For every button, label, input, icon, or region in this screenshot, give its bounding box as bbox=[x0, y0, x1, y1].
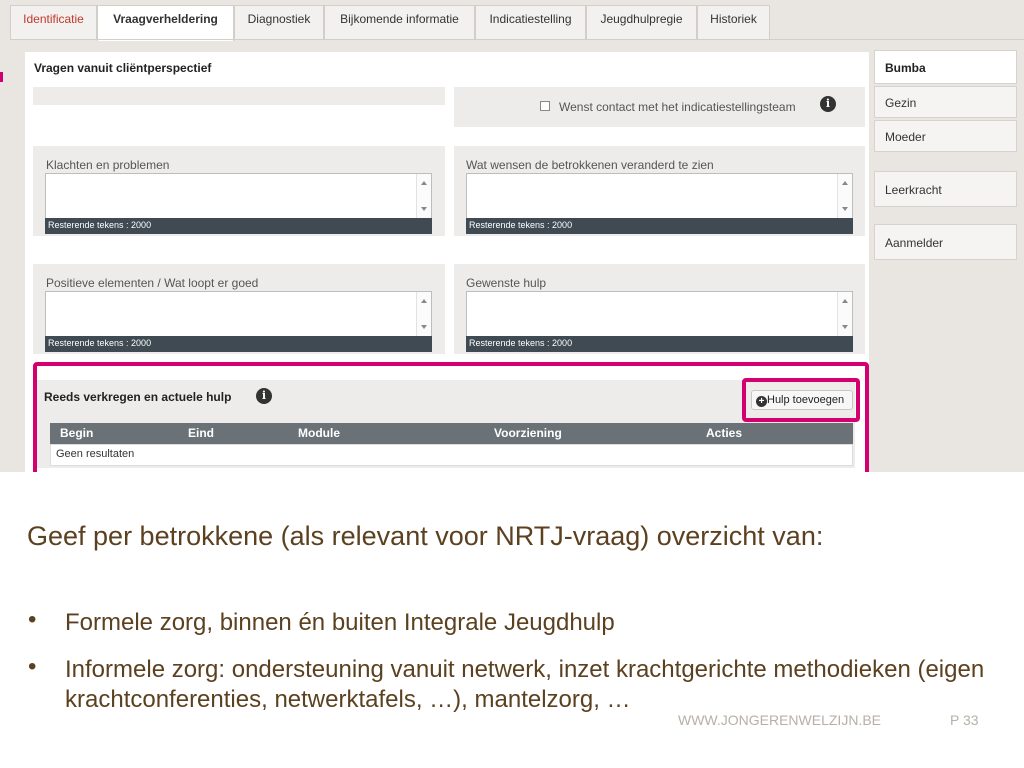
info-icon[interactable]: i bbox=[820, 96, 836, 112]
slide-paragraph: Geef per betrokkene (als relevant voor N… bbox=[27, 521, 824, 551]
field-box-wensen: Wat wensen de betrokkenen veranderd te z… bbox=[454, 146, 865, 236]
textarea-gewenste-hulp[interactable] bbox=[466, 291, 853, 337]
textarea-wensen[interactable] bbox=[466, 173, 853, 219]
tab-underline bbox=[10, 39, 1024, 40]
field-box-klachten: Klachten en problemen Resterende tekens … bbox=[33, 146, 445, 236]
textarea-klachten[interactable] bbox=[45, 173, 432, 219]
field-box-gewenste-hulp: Gewenste hulp Resterende tekens : 2000 bbox=[454, 264, 865, 354]
scroll-up-icon[interactable] bbox=[842, 299, 848, 303]
scroll-up-icon[interactable] bbox=[842, 181, 848, 185]
contact-checkbox-label: Wenst contact met het indicatiestellings… bbox=[559, 100, 796, 114]
bullet-marker: • bbox=[28, 653, 37, 680]
field-label-wensen: Wat wensen de betrokkenen veranderd te z… bbox=[466, 158, 714, 172]
tab-identificatie[interactable]: Identificatie bbox=[10, 5, 97, 39]
edge-marker bbox=[0, 72, 3, 82]
textarea-scrollbar[interactable] bbox=[837, 174, 852, 218]
char-counter: Resterende tekens : 2000 bbox=[45, 336, 432, 352]
scroll-down-icon[interactable] bbox=[842, 325, 848, 329]
side-tab-gezin[interactable]: Gezin bbox=[874, 86, 1017, 118]
scroll-down-icon[interactable] bbox=[421, 325, 427, 329]
field-label-positieve: Positieve elementen / Wat loopt er goed bbox=[46, 276, 259, 290]
side-tab-bumba[interactable]: Bumba bbox=[874, 50, 1017, 84]
textarea-positieve[interactable] bbox=[45, 291, 432, 337]
tab-historiek[interactable]: Historiek bbox=[697, 5, 770, 39]
contact-checkbox[interactable] bbox=[540, 101, 550, 111]
field-label-klachten: Klachten en problemen bbox=[46, 158, 170, 172]
side-tab-moeder[interactable]: Moeder bbox=[874, 120, 1017, 152]
application-screenshot: Identificatie Vraagverheldering Diagnost… bbox=[0, 0, 1024, 472]
scroll-down-icon[interactable] bbox=[842, 207, 848, 211]
footer-page-number: P 33 bbox=[950, 712, 979, 728]
char-counter: Resterende tekens : 2000 bbox=[45, 218, 432, 234]
textarea-scrollbar[interactable] bbox=[837, 292, 852, 336]
footer-website: WWW.JONGERENWELZIJN.BE bbox=[678, 712, 881, 728]
bullet-formele-zorg: Formele zorg, binnen én buiten Integrale… bbox=[65, 609, 615, 636]
bullet-informele-zorg: Informele zorg: ondersteuning vanuit net… bbox=[65, 656, 985, 713]
tab-bijkomende-informatie[interactable]: Bijkomende informatie bbox=[324, 5, 475, 39]
scroll-up-icon[interactable] bbox=[421, 299, 427, 303]
scroll-up-icon[interactable] bbox=[421, 181, 427, 185]
field-label-gewenste-hulp: Gewenste hulp bbox=[466, 276, 547, 290]
char-counter: Resterende tekens : 2000 bbox=[466, 336, 853, 352]
char-counter: Resterende tekens : 2000 bbox=[466, 218, 853, 234]
side-tab-aanmelder[interactable]: Aanmelder bbox=[874, 224, 1017, 260]
scroll-down-icon[interactable] bbox=[421, 207, 427, 211]
tab-indicatiestelling[interactable]: Indicatiestelling bbox=[475, 5, 586, 39]
tab-jeugdhulpregie[interactable]: Jeugdhulpregie bbox=[586, 5, 697, 39]
tab-diagnostiek[interactable]: Diagnostiek bbox=[234, 5, 324, 39]
highlight-button-frame bbox=[742, 378, 860, 422]
panel-title: Vragen vanuit cliëntperspectief bbox=[34, 61, 212, 75]
empty-gray-bar bbox=[33, 87, 445, 105]
field-box-positieve: Positieve elementen / Wat loopt er goed … bbox=[33, 264, 445, 354]
contact-box: Wenst contact met het indicatiestellings… bbox=[454, 87, 865, 127]
tab-vraagverheldering[interactable]: Vraagverheldering bbox=[97, 5, 234, 41]
textarea-scrollbar[interactable] bbox=[416, 292, 431, 336]
bullet-marker: • bbox=[28, 606, 37, 633]
side-tab-leerkracht[interactable]: Leerkracht bbox=[874, 171, 1017, 207]
textarea-scrollbar[interactable] bbox=[416, 174, 431, 218]
